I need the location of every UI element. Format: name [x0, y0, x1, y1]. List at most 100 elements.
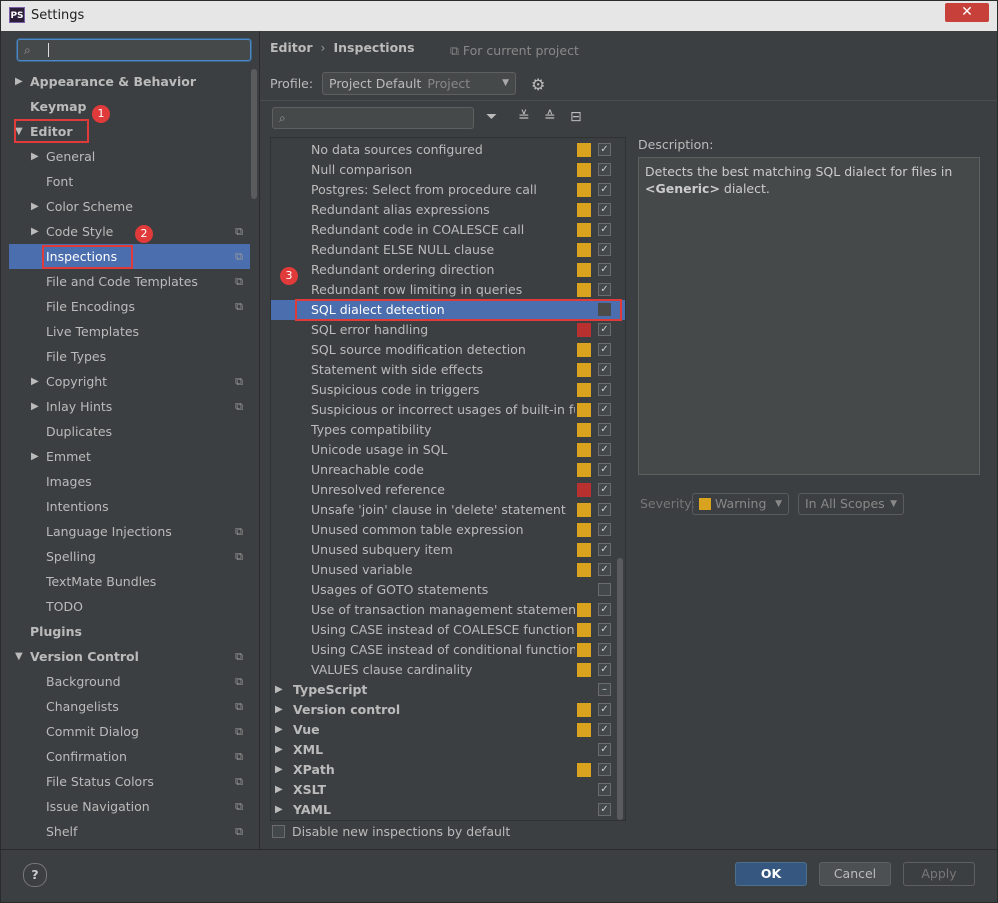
inspection-group[interactable]: ▶ XSLT ✓ — [271, 780, 625, 800]
inspection-checkbox[interactable]: – — [598, 683, 611, 696]
sidebar-item-changelists[interactable]: Changelists ⧉ — [9, 694, 251, 719]
chevron-right-icon[interactable]: ▶ — [275, 720, 283, 740]
inspection-checkbox[interactable]: ✓ — [598, 503, 611, 516]
inspection-checkbox[interactable]: ✓ — [598, 783, 611, 796]
sidebar-item-duplicates[interactable]: Duplicates — [9, 419, 251, 444]
inspection-checkbox[interactable]: ✓ — [598, 363, 611, 376]
sidebar-scrollbar-thumb[interactable] — [251, 69, 257, 199]
collapse-all-icon[interactable]: ≙ — [544, 109, 556, 125]
disable-new-checkbox[interactable] — [272, 825, 285, 838]
inspection-checkbox[interactable]: ✓ — [598, 383, 611, 396]
sidebar-item-font[interactable]: Font — [9, 169, 251, 194]
chevron-right-icon[interactable]: ▶ — [275, 740, 283, 760]
sidebar-item-issue-navigation[interactable]: Issue Navigation ⧉ — [9, 794, 251, 819]
chevron-right-icon[interactable]: ▶ — [275, 680, 283, 700]
inspection-checkbox[interactable]: ✓ — [598, 163, 611, 176]
inspection-group[interactable]: ▶ YAML ✓ — [271, 800, 625, 820]
sidebar-item-file-and-code-templates[interactable]: File and Code Templates ⧉ — [9, 269, 251, 294]
inspection-checkbox[interactable] — [598, 583, 611, 596]
inspection-checkbox[interactable]: ✓ — [598, 763, 611, 776]
expand-all-icon[interactable]: ≚ — [518, 109, 530, 125]
inspection-checkbox[interactable]: ✓ — [598, 443, 611, 456]
inspection-row[interactable]: Using CASE instead of conditional functi… — [271, 640, 625, 660]
sidebar-item-copyright[interactable]: ▶ Copyright ⧉ — [9, 369, 251, 394]
inspection-checkbox[interactable]: ✓ — [598, 543, 611, 556]
inspection-checkbox[interactable]: ✓ — [598, 483, 611, 496]
inspection-group[interactable]: ▶ XPath ✓ — [271, 760, 625, 780]
chevron-right-icon[interactable]: ▶ — [31, 219, 39, 244]
help-button[interactable]: ? — [23, 863, 47, 887]
inspection-checkbox[interactable]: ✓ — [598, 423, 611, 436]
filter-icon[interactable]: ⏷ — [486, 109, 497, 125]
sidebar-item-appearance-behavior[interactable]: ▶ Appearance & Behavior — [9, 69, 251, 94]
inspection-group[interactable]: ▶ Version control ✓ — [271, 700, 625, 720]
sidebar-item-keymap[interactable]: Keymap — [9, 94, 251, 119]
inspection-row[interactable]: Use of transaction management statements… — [271, 600, 625, 620]
inspection-row[interactable]: Unresolved reference ✓ — [271, 480, 625, 500]
sidebar-item-spelling[interactable]: Spelling ⧉ — [9, 544, 251, 569]
inspection-row[interactable]: Redundant alias expressions ✓ — [271, 200, 625, 220]
inspection-row[interactable]: Redundant code in COALESCE call ✓ — [271, 220, 625, 240]
inspection-checkbox[interactable]: ✓ — [598, 403, 611, 416]
sidebar-item-file-encodings[interactable]: File Encodings ⧉ — [9, 294, 251, 319]
inspection-checkbox[interactable]: ✓ — [598, 563, 611, 576]
inspection-row[interactable]: Types compatibility ✓ — [271, 420, 625, 440]
inspection-row[interactable]: VALUES clause cardinality ✓ — [271, 660, 625, 680]
severity-dropdown[interactable]: Warning ▼ — [692, 493, 789, 515]
sidebar-item-shelf[interactable]: Shelf ⧉ — [9, 819, 251, 844]
inspection-checkbox[interactable]: ✓ — [598, 263, 611, 276]
sidebar-item-intentions[interactable]: Intentions — [9, 494, 251, 519]
inspection-checkbox[interactable]: ✓ — [598, 143, 611, 156]
sidebar-item-code-style[interactable]: ▶ Code Style ⧉ — [9, 219, 251, 244]
sidebar-item-general[interactable]: ▶ General — [9, 144, 251, 169]
inspection-group[interactable]: ▶ TypeScript – — [271, 680, 625, 700]
inspection-row[interactable]: Unused variable ✓ — [271, 560, 625, 580]
inspection-row[interactable]: Unused common table expression ✓ — [271, 520, 625, 540]
inspection-checkbox[interactable]: ✓ — [598, 803, 611, 816]
inspection-checkbox[interactable]: ✓ — [598, 703, 611, 716]
inspection-checkbox[interactable]: ✓ — [598, 723, 611, 736]
inspection-row[interactable]: SQL source modification detection ✓ — [271, 340, 625, 360]
inspection-row[interactable]: Statement with side effects ✓ — [271, 360, 625, 380]
inspection-checkbox[interactable]: ✓ — [598, 463, 611, 476]
inspection-checkbox[interactable]: ✓ — [598, 283, 611, 296]
inspection-row[interactable]: Unsafe 'join' clause in 'delete' stateme… — [271, 500, 625, 520]
ok-button[interactable]: OK — [735, 862, 807, 886]
sidebar-item-commit-dialog[interactable]: Commit Dialog ⧉ — [9, 719, 251, 744]
sidebar-item-file-status-colors[interactable]: File Status Colors ⧉ — [9, 769, 251, 794]
inspection-checkbox[interactable]: ✓ — [598, 623, 611, 636]
inspection-checkbox[interactable]: ✓ — [598, 183, 611, 196]
inspection-row[interactable]: Usages of GOTO statements — [271, 580, 625, 600]
sidebar-item-images[interactable]: Images — [9, 469, 251, 494]
chevron-right-icon[interactable]: ▶ — [275, 700, 283, 720]
chevron-right-icon[interactable]: ▶ — [31, 144, 39, 169]
inspection-row[interactable]: Using CASE instead of COALESCE function … — [271, 620, 625, 640]
chevron-right-icon[interactable]: ▶ — [15, 69, 23, 94]
inspection-row[interactable]: Redundant ELSE NULL clause ✓ — [271, 240, 625, 260]
sidebar-item-file-types[interactable]: File Types — [9, 344, 251, 369]
inspection-checkbox[interactable]: ✓ — [598, 743, 611, 756]
sidebar-item-confirmation[interactable]: Confirmation ⧉ — [9, 744, 251, 769]
inspection-row[interactable]: Unused subquery item ✓ — [271, 540, 625, 560]
inspection-checkbox[interactable]: ✓ — [598, 223, 611, 236]
inspection-checkbox[interactable]: ✓ — [598, 323, 611, 336]
breadcrumb-parent[interactable]: Editor — [270, 40, 313, 55]
chevron-right-icon[interactable]: ▶ — [31, 394, 39, 419]
inspection-row[interactable]: No data sources configured ✓ — [271, 140, 625, 160]
settings-search-input[interactable]: ⌕ — [17, 39, 251, 61]
sidebar-scrollbar[interactable] — [250, 69, 258, 879]
reset-icon[interactable]: ⊟ — [570, 109, 582, 125]
inspection-row[interactable]: SQL error handling ✓ — [271, 320, 625, 340]
inspection-row[interactable]: Postgres: Select from procedure call ✓ — [271, 180, 625, 200]
inspection-checkbox[interactable]: ✓ — [598, 203, 611, 216]
scope-dropdown[interactable]: In All Scopes ▼ — [798, 493, 904, 515]
cancel-button[interactable]: Cancel — [819, 862, 891, 886]
sidebar-item-live-templates[interactable]: Live Templates — [9, 319, 251, 344]
chevron-down-icon[interactable]: ▼ — [15, 644, 23, 669]
chevron-right-icon[interactable]: ▶ — [31, 194, 39, 219]
chevron-right-icon[interactable]: ▶ — [275, 800, 283, 820]
inspection-checkbox[interactable]: ✓ — [598, 603, 611, 616]
inspection-checkbox[interactable]: ✓ — [598, 643, 611, 656]
sidebar-item-version-control[interactable]: ▼ Version Control ⧉ — [9, 644, 251, 669]
chevron-right-icon[interactable]: ▶ — [31, 444, 39, 469]
